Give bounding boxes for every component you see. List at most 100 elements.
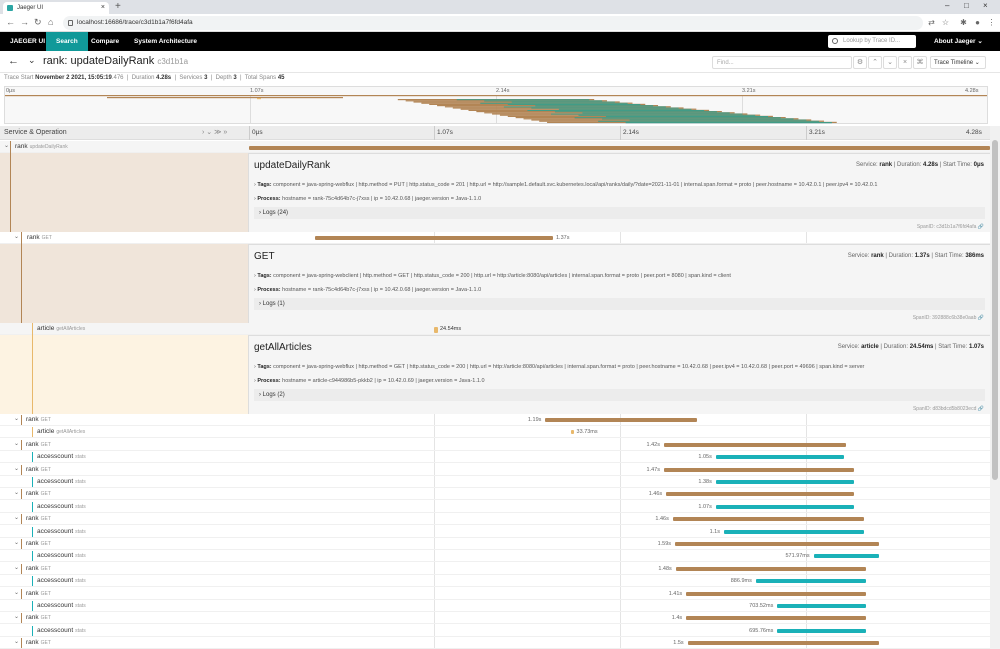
span-row[interactable]: article getAllArticles 33.73ms bbox=[0, 426, 990, 439]
span-bar[interactable] bbox=[723, 529, 865, 534]
detail-process[interactable]: › Process: hostname = rank-75c4d64b7c-j7… bbox=[254, 287, 481, 293]
trace-id-lookup-input[interactable]: Lookup by Trace ID... bbox=[828, 35, 916, 48]
view-selector[interactable]: Trace Timeline ⌄ bbox=[930, 56, 986, 69]
span-bar[interactable] bbox=[249, 146, 990, 150]
nav-system-architecture[interactable]: System Architecture bbox=[124, 32, 207, 51]
next-result-icon[interactable]: ⌄ bbox=[883, 56, 897, 69]
back-arrow-icon[interactable]: ← bbox=[8, 55, 19, 67]
browser-forward-icon[interactable]: → bbox=[20, 17, 29, 27]
profile-icon[interactable]: ● bbox=[973, 18, 982, 27]
span-row[interactable]: accesscount stats 695.76ms bbox=[0, 625, 990, 637]
span-row[interactable]: ⌄ rank GET 1.41s bbox=[0, 588, 990, 600]
chevron-down-icon[interactable]: ⌄ bbox=[14, 564, 19, 571]
detail-tags[interactable]: › Tags: component = java-spring-webflux … bbox=[254, 364, 864, 370]
span-row-root[interactable]: ⌄ rank updateDailyRank bbox=[0, 141, 990, 153]
span-row[interactable]: accesscount stats 703.52ms bbox=[0, 600, 990, 612]
chevron-down-icon[interactable]: ⌄ bbox=[14, 415, 19, 422]
collapse-controls-icon[interactable]: › ⌄ ≫ » bbox=[202, 128, 227, 136]
span-bar[interactable] bbox=[434, 327, 438, 333]
span-row[interactable]: ⌄ rank GET 1.48s bbox=[0, 563, 990, 575]
tab-close-icon[interactable]: × bbox=[101, 2, 105, 14]
chevron-down-icon[interactable]: ⌄ bbox=[14, 638, 19, 645]
span-bar[interactable] bbox=[570, 430, 574, 435]
span-row[interactable]: ⌄ rank GET 1.42s bbox=[0, 439, 990, 451]
span-bar[interactable] bbox=[715, 480, 854, 484]
span-bar[interactable] bbox=[545, 418, 698, 422]
chevron-down-icon[interactable]: ⌄ bbox=[4, 142, 9, 149]
span-bar[interactable] bbox=[777, 604, 866, 608]
meta-start-ms: .476 bbox=[111, 75, 124, 81]
detail-tags[interactable]: › Tags: component = java-spring-webclien… bbox=[254, 273, 731, 279]
chevron-down-icon[interactable]: ⌄ bbox=[14, 440, 19, 447]
menu-kebab-icon[interactable]: ⋮ bbox=[987, 18, 996, 27]
detail-tags[interactable]: › Tags: component = java-spring-webflux … bbox=[254, 182, 877, 188]
span-bar[interactable] bbox=[663, 442, 847, 447]
url-input[interactable]: localhost:16686/trace/c3d1b1a7f6fd4afa bbox=[63, 16, 923, 30]
span-row[interactable]: accesscount stats 886.9ms bbox=[0, 575, 990, 588]
chevron-down-icon[interactable]: ⌄ bbox=[14, 465, 19, 472]
scrollbar-thumb[interactable] bbox=[992, 140, 998, 480]
span-row[interactable]: accesscount stats 1.05s bbox=[0, 451, 990, 464]
span-row[interactable]: ⌄ rank GET 1.47s bbox=[0, 464, 990, 476]
find-input[interactable]: Find... bbox=[712, 56, 852, 69]
maximize-icon[interactable]: □ bbox=[964, 1, 969, 10]
chevron-down-icon[interactable]: ⌄ bbox=[14, 233, 19, 240]
translate-icon[interactable]: ⇄ bbox=[927, 18, 936, 27]
browser-back-icon[interactable]: ← bbox=[6, 17, 15, 27]
span-bar[interactable] bbox=[777, 628, 866, 633]
span-bar[interactable] bbox=[663, 467, 854, 472]
span-row-rank-get[interactable]: ⌄ rank GET 1.37s bbox=[0, 232, 990, 244]
detail-logs[interactable]: › Logs (1) bbox=[254, 298, 985, 310]
reload-icon[interactable]: ↻ bbox=[34, 17, 42, 28]
trace-minimap[interactable]: 0μs 1.07s 2.14s 3.21s 4.28s bbox=[4, 86, 988, 124]
span-bar[interactable] bbox=[755, 579, 866, 584]
detail-process[interactable]: › Process: hostname = rank-75c4d64b7c-j7… bbox=[254, 196, 481, 202]
span-op: GET bbox=[41, 235, 52, 241]
span-bar[interactable] bbox=[315, 236, 553, 240]
clear-find-icon[interactable]: × bbox=[898, 56, 912, 69]
prev-result-icon[interactable]: ⌃ bbox=[868, 56, 882, 69]
home-icon[interactable]: ⌂ bbox=[48, 17, 53, 27]
detail-logs[interactable]: › Logs (24) bbox=[254, 207, 985, 219]
span-bar[interactable] bbox=[675, 542, 879, 546]
span-row[interactable]: ⌄ rank GET 1.19s bbox=[0, 414, 990, 426]
chevron-down-icon[interactable]: ⌄ bbox=[14, 489, 19, 496]
span-bar[interactable] bbox=[687, 641, 879, 646]
span-row[interactable]: ⌄ rank GET 1.46s bbox=[0, 513, 990, 526]
browser-tab[interactable]: Jaeger UI × bbox=[3, 2, 109, 14]
span-bar[interactable] bbox=[686, 591, 866, 596]
span-bar[interactable] bbox=[813, 554, 879, 559]
span-row[interactable]: ⌄ rank GET 1.5s bbox=[0, 637, 990, 649]
extensions-icon[interactable]: ✱ bbox=[959, 18, 968, 27]
span-bar[interactable] bbox=[715, 455, 845, 460]
chevron-down-icon[interactable]: ⌄ bbox=[14, 514, 19, 521]
span-bar[interactable] bbox=[675, 566, 866, 571]
span-row[interactable]: ⌄ rank GET 1.46s bbox=[0, 488, 990, 501]
span-row[interactable]: ⌄ rank GET 1.4s bbox=[0, 612, 990, 625]
chevron-down-icon[interactable]: ⌄ bbox=[14, 613, 19, 620]
bookmark-star-icon[interactable]: ☆ bbox=[941, 18, 950, 27]
span-row[interactable]: accesscount stats 1.07s bbox=[0, 501, 990, 513]
nav-compare[interactable]: Compare bbox=[81, 32, 129, 51]
span-row[interactable]: ⌄ rank GET 1.59s bbox=[0, 538, 990, 550]
span-row[interactable]: accesscount stats 571.97ms bbox=[0, 550, 990, 563]
span-row[interactable]: accesscount stats 1.1s bbox=[0, 526, 990, 538]
span-bar[interactable] bbox=[715, 504, 854, 509]
span-row[interactable]: accesscount stats 1.38s bbox=[0, 476, 990, 488]
new-tab-icon[interactable]: + bbox=[115, 1, 121, 12]
meta-spans-label: Total Spans bbox=[244, 75, 277, 81]
span-row-article[interactable]: article getAllArticles 24.54ms bbox=[0, 323, 990, 335]
window-close-icon[interactable]: × bbox=[983, 1, 988, 10]
span-bar[interactable] bbox=[666, 492, 854, 497]
about-jaeger-menu[interactable]: About Jaeger ⌄ bbox=[934, 32, 983, 51]
minimize-icon[interactable]: – bbox=[945, 1, 949, 10]
chevron-down-icon[interactable]: ⌄ bbox=[14, 589, 19, 596]
keyboard-shortcuts-icon[interactable]: ⌘ bbox=[913, 56, 927, 69]
chevron-down-icon[interactable]: ⌄ bbox=[14, 539, 19, 546]
detail-logs[interactable]: › Logs (2) bbox=[254, 389, 985, 401]
detail-process[interactable]: › Process: hostname = article-c944986b5-… bbox=[254, 378, 485, 384]
collapse-chevron-icon[interactable]: ⌄ bbox=[28, 55, 36, 66]
span-bar[interactable] bbox=[686, 616, 866, 621]
span-bar[interactable] bbox=[672, 517, 865, 522]
find-settings-icon[interactable]: ⚙ bbox=[853, 56, 867, 69]
